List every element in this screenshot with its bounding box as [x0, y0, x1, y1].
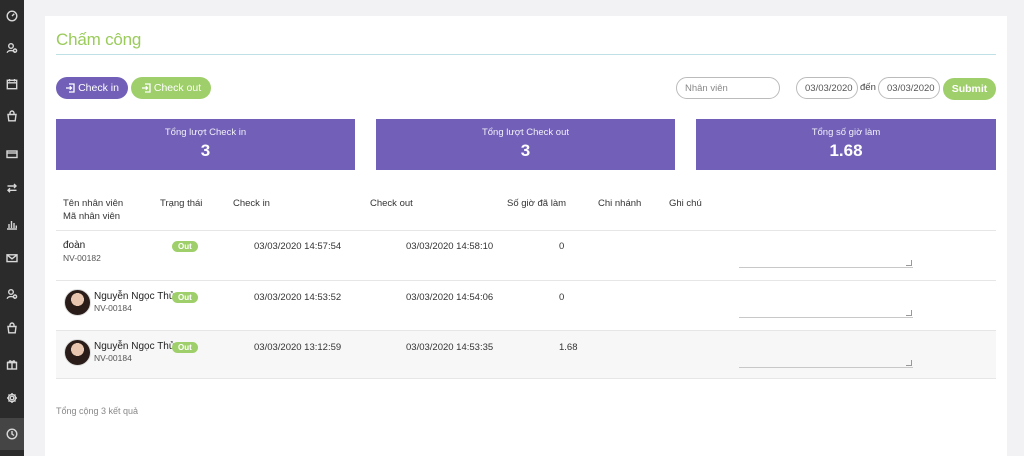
stat-checkin-total: Tổng lượt Check in 3 [56, 119, 355, 170]
table-header: Tên nhân viên Mã nhân viên Trạng thái Ch… [56, 187, 996, 231]
table-bottom-divider [56, 378, 996, 379]
calendar-icon[interactable] [0, 68, 24, 100]
employee-code: NV-00184 [94, 353, 132, 363]
card-icon[interactable] [0, 138, 24, 170]
status-badge: Out [172, 292, 198, 303]
stat-label: Tổng lượt Check out [481, 127, 570, 138]
checkout-time: 03/03/2020 14:53:35 [406, 342, 494, 353]
stat-value: 3 [520, 141, 531, 160]
table-row: Nguyễn Ngọc Thủy NV-00184 Out 03/03/2020… [56, 280, 996, 329]
login-icon [66, 83, 75, 93]
shopping-icon[interactable] [0, 312, 24, 344]
date-to-input[interactable]: 03/03/2020 [878, 77, 940, 99]
gear-icon[interactable] [0, 382, 24, 414]
users-icon[interactable] [0, 32, 24, 64]
result-count: Tổng cộng 3 kết quả [56, 406, 139, 416]
header-checkout: Check out [370, 198, 413, 209]
avatar [64, 339, 91, 366]
chart-icon[interactable] [0, 208, 24, 240]
header-checkin: Check in [233, 198, 270, 209]
hours-worked: 0 [559, 292, 565, 303]
hours-worked: 0 [559, 241, 565, 252]
employee-code: NV-00182 [63, 253, 101, 263]
checkout-button-label: Check out [153, 82, 202, 94]
mail-icon[interactable] [0, 242, 24, 274]
checkout-time: 03/03/2020 14:58:10 [406, 241, 494, 252]
stat-value: 1.68 [829, 141, 863, 160]
stat-label: Tổng số giờ làm [811, 127, 881, 138]
employee-code: NV-00184 [94, 303, 132, 313]
title-divider [56, 54, 996, 55]
date-from-input[interactable]: 03/03/2020 [796, 77, 858, 99]
page-title: Chấm công [56, 30, 142, 49]
employee-input[interactable]: Nhân viên [676, 77, 780, 99]
table-row: Nguyễn Ngọc Thủy NV-00184 Out 03/03/2020… [56, 330, 996, 379]
table-row: đoàn NV-00182 Out 03/03/2020 14:57:54 03… [56, 230, 996, 279]
employee-name: đoàn [63, 240, 86, 251]
checkin-button-label: Check in [78, 82, 119, 94]
stat-hours-total: Tổng số giờ làm 1.68 [696, 119, 996, 170]
note-textarea[interactable] [739, 300, 913, 318]
sidebar [0, 0, 24, 456]
header-hours: Số giờ đã làm [507, 198, 567, 209]
checkin-time: 03/03/2020 14:57:54 [254, 241, 342, 252]
status-badge: Out [172, 342, 198, 353]
stat-checkout-total: Tổng lượt Check out 3 [376, 119, 675, 170]
gift-icon[interactable] [0, 348, 24, 380]
submit-button[interactable]: Submit [943, 78, 996, 100]
checkin-time: 03/03/2020 14:53:52 [254, 292, 342, 303]
header-branch: Chi nhánh [598, 198, 642, 209]
transfer-icon[interactable] [0, 172, 24, 204]
bag-icon[interactable] [0, 100, 24, 132]
note-textarea[interactable] [739, 350, 913, 368]
stat-label: Tổng lượt Check in [164, 127, 247, 138]
header-code: Mã nhân viên [63, 211, 121, 222]
date-separator: đến [860, 82, 876, 93]
hours-worked: 1.68 [559, 342, 578, 353]
header-note: Ghi chú [669, 198, 702, 209]
checkout-time: 03/03/2020 14:54:06 [406, 292, 494, 303]
employee-name: Nguyễn Ngọc Thủy [94, 291, 180, 302]
note-textarea[interactable] [739, 250, 913, 268]
status-badge: Out [172, 241, 198, 252]
stat-value: 3 [200, 141, 211, 160]
clock-icon[interactable] [0, 418, 24, 450]
avatar [64, 289, 91, 316]
header-status: Trạng thái [160, 198, 203, 209]
dashboard-icon[interactable] [0, 0, 24, 32]
header-name: Tên nhân viên [63, 198, 124, 209]
user-group-icon[interactable] [0, 278, 24, 310]
checkout-button[interactable]: Check out [131, 77, 211, 99]
main-card: Chấm công Check in Check out Nhân viên 0… [45, 16, 1007, 456]
checkin-button[interactable]: Check in [56, 77, 128, 99]
employee-name: Nguyễn Ngọc Thủy [94, 341, 180, 352]
logout-icon [141, 83, 151, 93]
checkin-time: 03/03/2020 13:12:59 [254, 342, 342, 353]
